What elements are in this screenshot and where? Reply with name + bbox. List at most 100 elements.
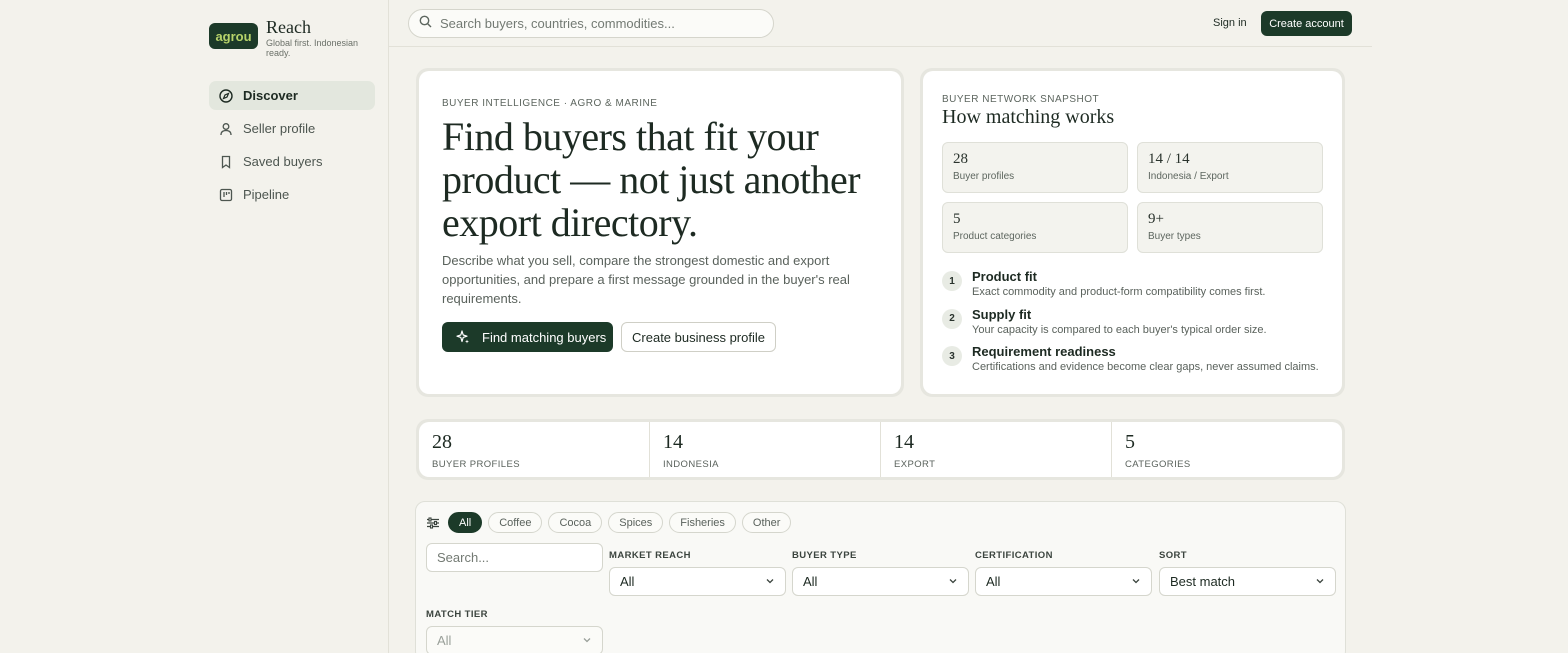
stat-value: 28	[953, 151, 968, 167]
strip-label: BUYER PROFILES	[432, 459, 520, 470]
brand-logo[interactable]: agrou	[209, 23, 258, 49]
chevron-down-icon	[765, 574, 775, 589]
match-tier-select[interactable]: All	[426, 626, 603, 653]
matching-steps: 1 Product fit Exact commodity and produc…	[942, 269, 1332, 382]
brand-name: Reach	[266, 17, 311, 37]
chip-other[interactable]: Other	[741, 512, 792, 533]
certification-filter: CERTIFICATION All	[975, 550, 1152, 596]
stat-label: Buyer profiles	[953, 171, 1015, 182]
stats-strip: 28 BUYER PROFILES 14 INDONESIA 14 EXPORT…	[416, 419, 1345, 480]
step-title: Supply fit	[972, 306, 1032, 322]
stat-buyer-types: 9+ Buyer types	[1137, 202, 1323, 253]
create-business-profile-button[interactable]: Create business profile	[621, 322, 776, 352]
compass-icon	[219, 88, 233, 103]
stat-value: 14 / 14	[1148, 151, 1190, 167]
hero-card: BUYER INTELLIGENCE · AGRO & MARINE Find …	[416, 68, 904, 397]
hero-description: Describe what you sell, compare the stro…	[442, 253, 850, 306]
step-title: Product fit	[972, 269, 1037, 284]
stat-indonesia-export: 14 / 14 Indonesia / Export	[1137, 142, 1323, 193]
stat-product-categories: 5 Product categories	[942, 202, 1128, 253]
match-tier-label: MATCH TIER	[426, 609, 488, 620]
sidebar-item-saved-buyers[interactable]: Saved buyers	[209, 147, 375, 176]
strip-label: INDONESIA	[663, 459, 719, 470]
sidebar-item-seller-profile[interactable]: Seller profile	[209, 114, 375, 143]
chevron-down-icon	[948, 574, 958, 589]
market-reach-select[interactable]: All	[609, 567, 786, 596]
step-item: 1 Product fit Exact commodity and produc…	[942, 269, 1332, 307]
sparkle-icon	[456, 330, 470, 344]
find-matching-buyers-button[interactable]: Find matching buyers	[442, 322, 613, 352]
stat-label: Indonesia / Export	[1148, 171, 1229, 182]
find-matching-buyers-label: Find matching buyers	[482, 329, 607, 345]
strip-label: CATEGORIES	[1125, 459, 1191, 470]
step-title: Requirement readiness	[972, 344, 1116, 359]
chevron-down-icon	[1131, 574, 1141, 589]
market-reach-label: MARKET REACH	[609, 550, 691, 561]
search-input[interactable]	[440, 16, 760, 31]
sort-filter: SORT Best match	[1159, 550, 1336, 596]
sign-in-link[interactable]: Sign in	[1213, 17, 1247, 29]
buyer-type-filter: BUYER TYPE All	[792, 550, 969, 596]
user-icon	[219, 122, 233, 136]
strip-value: 5	[1125, 431, 1135, 453]
strip-value: 28	[432, 431, 452, 453]
sort-value: Best match	[1170, 574, 1236, 589]
chip-fisheries[interactable]: Fisheries	[669, 512, 736, 533]
kanban-icon	[219, 188, 233, 202]
step-description: Certifications and evidence become clear…	[972, 361, 1319, 373]
chevron-down-icon	[1315, 574, 1325, 589]
sidebar-item-pipeline[interactable]: Pipeline	[209, 180, 375, 209]
stat-label: Buyer types	[1148, 231, 1201, 242]
brand[interactable]: agrou Reach Global first. Indonesian rea…	[209, 18, 366, 58]
filters-panel: All Coffee Cocoa Spices Fisheries Other …	[415, 501, 1346, 653]
strip-stat-categories: 5 CATEGORIES	[1112, 422, 1342, 477]
step-number: 3	[942, 346, 962, 366]
buyer-type-value: All	[803, 574, 818, 589]
market-reach-filter: MARKET REACH All	[609, 550, 786, 596]
strip-value: 14	[894, 431, 914, 453]
snapshot-title: How matching works	[942, 106, 1115, 128]
stat-value: 5	[953, 211, 961, 227]
step-description: Exact commodity and product-form compati…	[972, 286, 1266, 298]
global-search[interactable]	[408, 9, 774, 38]
strip-stat-export: 14 EXPORT	[881, 422, 1112, 477]
certification-value: All	[986, 574, 1001, 589]
buyer-search[interactable]	[426, 543, 603, 572]
bookmark-icon	[219, 155, 233, 169]
sidebar-item-label: Discover	[243, 88, 298, 103]
market-reach-value: All	[620, 574, 635, 589]
snapshot-eyebrow: BUYER NETWORK SNAPSHOT	[942, 94, 1100, 105]
hero-title: Find buyers that fit your product — not …	[442, 114, 861, 245]
sidebar-item-label: Pipeline	[243, 187, 290, 202]
hero-eyebrow: BUYER INTELLIGENCE · AGRO & MARINE	[442, 98, 658, 109]
strip-stat-indonesia: 14 INDONESIA	[650, 422, 881, 477]
step-item: 3 Requirement readiness Certifications a…	[942, 344, 1332, 382]
sliders-icon[interactable]	[426, 516, 440, 530]
sidebar-item-label: Saved buyers	[243, 154, 323, 169]
chip-coffee[interactable]: Coffee	[488, 512, 543, 533]
step-item: 2 Supply fit Your capacity is compared t…	[942, 307, 1332, 345]
sidebar-nav: Discover Seller profile Saved buyers Pip…	[209, 81, 375, 213]
certification-select[interactable]: All	[975, 567, 1152, 596]
match-tier-filter: MATCH TIER All	[426, 609, 603, 653]
top-bar: Sign in Create account	[389, 0, 1372, 47]
category-chips: All Coffee Cocoa Spices Fisheries Other	[426, 512, 797, 533]
search-icon	[419, 15, 432, 33]
sidebar-item-discover[interactable]: Discover	[209, 81, 375, 110]
sidebar-item-label: Seller profile	[243, 121, 316, 136]
chip-all[interactable]: All	[448, 512, 483, 533]
stat-buyer-profiles: 28 Buyer profiles	[942, 142, 1128, 193]
sort-select[interactable]: Best match	[1159, 567, 1336, 596]
sidebar: agrou Reach Global first. Indonesian rea…	[196, 0, 389, 653]
buyer-search-input[interactable]	[437, 550, 587, 565]
chip-cocoa[interactable]: Cocoa	[548, 512, 603, 533]
create-account-button[interactable]: Create account	[1261, 11, 1352, 36]
sort-label: SORT	[1159, 550, 1187, 561]
certification-label: CERTIFICATION	[975, 550, 1053, 561]
chevron-down-icon	[582, 633, 592, 648]
chip-spices[interactable]: Spices	[608, 512, 664, 533]
step-number: 2	[942, 308, 962, 329]
buyer-type-select[interactable]: All	[792, 567, 969, 596]
strip-label: EXPORT	[894, 459, 936, 470]
step-description: Your capacity is compared to each buyer'…	[972, 323, 1267, 336]
